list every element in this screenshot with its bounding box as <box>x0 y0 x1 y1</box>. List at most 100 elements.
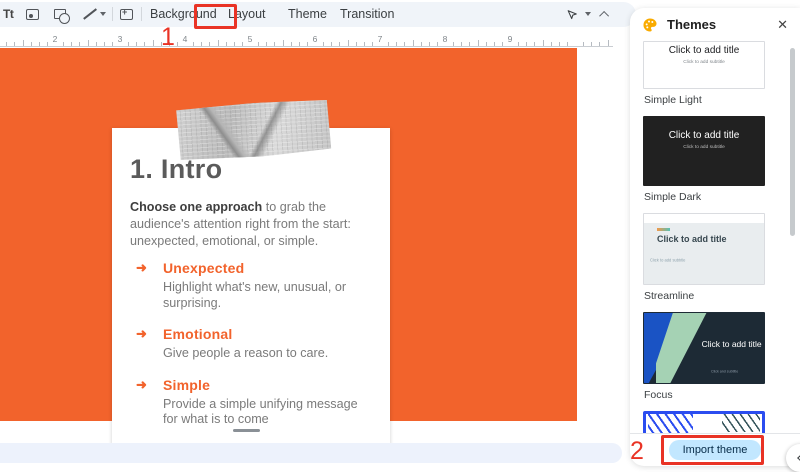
ruler-tick <box>306 42 308 46</box>
slide-intro-text[interactable]: Choose one approach to grab the audience… <box>130 199 372 250</box>
insert-image-icon[interactable] <box>26 5 39 23</box>
insert-shape-icon[interactable] <box>54 5 70 24</box>
ruler-tick <box>298 42 300 46</box>
slide-canvas[interactable]: 1. Intro Choose one approach to grab the… <box>0 48 577 446</box>
hatch-lines-left <box>648 414 693 433</box>
ruler-tick <box>501 42 503 46</box>
background-button[interactable]: Background <box>150 5 217 23</box>
accent-dash <box>657 228 670 231</box>
close-icon[interactable]: ✕ <box>777 18 788 31</box>
ruler-tick <box>290 42 292 46</box>
ruler-tick <box>436 42 438 46</box>
ruler-tick <box>79 42 81 46</box>
theme-item: Click to add title Click and subtitle Focu… <box>643 312 800 401</box>
slide-intro-bold: Choose one approach <box>130 200 263 214</box>
theme-thumbnail-simple-light[interactable]: Click to add title Click to add subtitle <box>643 41 765 89</box>
ruler-tick <box>599 42 601 46</box>
ruler-tick <box>217 40 219 46</box>
ruler-tick <box>87 40 89 46</box>
theme-item: Click to add title Click to add subtitle S… <box>643 41 800 106</box>
thumb-title: Click to add title <box>657 234 727 244</box>
import-theme-button[interactable]: Import theme <box>668 440 762 460</box>
text-box-icon[interactable]: Tt <box>3 5 14 23</box>
slide-title[interactable]: 1. Intro <box>130 154 222 185</box>
ruler-tick <box>111 42 113 46</box>
bullet-item: ➜ Simple Provide a simple unifying messa… <box>136 377 368 428</box>
transition-button[interactable]: Transition <box>340 5 394 23</box>
ruler-number: 7 <box>377 34 383 44</box>
layout-button[interactable]: Layout <box>228 5 266 23</box>
bullet-body: Highlight what's new, unusual, or surpri… <box>163 280 347 310</box>
ruler-tick <box>46 42 48 46</box>
ruler-number: 6 <box>312 34 318 44</box>
theme-label: Simple Light <box>644 94 702 106</box>
pointer-dropdown-caret-icon[interactable] <box>585 5 591 23</box>
themes-panel: Themes ✕ Click to add title Click to add … <box>630 8 800 466</box>
thumb-title: Click to add title <box>668 45 740 56</box>
theme-thumbnail-focus[interactable]: Click to add title Click and subtitle <box>643 312 765 384</box>
arrow-bullet-icon: ➜ <box>136 260 147 275</box>
ruler-tick <box>38 42 40 46</box>
ruler-tick <box>550 42 552 46</box>
arrow-bullet-icon: ➜ <box>136 326 147 341</box>
toolbar: Tt Background Layout Theme Transition <box>0 0 640 28</box>
ruler-tick <box>461 42 463 46</box>
ruler-number: 9 <box>507 34 513 44</box>
ruler-tick <box>347 40 349 46</box>
thumb-subtitle: Click to add subtitle <box>683 59 725 65</box>
themes-panel-header: Themes ✕ <box>630 8 800 41</box>
theme-thumbnail-streamline[interactable]: Click to add title Click to add subtitle <box>643 213 765 285</box>
pointer-icon[interactable] <box>566 5 579 23</box>
ruler-tick <box>331 42 333 46</box>
ruler-tick <box>160 42 162 46</box>
ruler-tick <box>144 42 146 46</box>
ruler-number: 3 <box>117 34 123 44</box>
theme-item: Click to add title Click to add subtitle S… <box>643 116 800 203</box>
toolbar-divider <box>141 7 142 21</box>
toolbar-divider <box>112 7 113 21</box>
ruler-tick <box>6 42 8 46</box>
line-dropdown-caret-icon[interactable] <box>100 5 106 23</box>
ruler-tick <box>282 40 284 46</box>
ruler-tick <box>22 40 24 46</box>
ruler-tick <box>241 42 243 46</box>
collapse-toolbar-icon[interactable] <box>599 5 610 23</box>
ruler-tick <box>493 42 495 46</box>
ruler-tick <box>558 42 560 46</box>
ruler-tick <box>30 42 32 46</box>
ruler-tick <box>136 42 138 46</box>
ruler-tick <box>233 42 235 46</box>
bullet-body: Provide a simple unifying message for wh… <box>163 396 358 427</box>
ruler-tick <box>591 42 593 46</box>
theme-thumbnail-simple-dark[interactable]: Click to add title Click to add subtitle <box>643 116 765 186</box>
ruler-tick <box>428 42 430 46</box>
ruler-tick <box>274 42 276 46</box>
palette-icon <box>643 17 657 32</box>
ruler-tick <box>404 42 406 46</box>
bullet-heading: Simple <box>163 376 211 393</box>
panel-scrollbar[interactable] <box>790 48 795 236</box>
bullet-heading: Unexpected <box>163 260 245 276</box>
insert-line-icon[interactable] <box>82 5 95 23</box>
ruler-tick <box>71 42 73 46</box>
ruler-number: 4 <box>182 34 188 44</box>
bullet-list[interactable]: ➜ Unexpected Highlight what's new, unusu… <box>136 260 368 443</box>
ruler-tick <box>566 42 568 46</box>
thumb-subtitle: Click to add subtitle <box>683 144 725 150</box>
ruler-tick <box>258 42 260 46</box>
ruler-tick <box>485 42 487 46</box>
speaker-notes-bar[interactable] <box>0 443 622 463</box>
theme-thumbnail-shift[interactable] <box>643 411 765 433</box>
ruler-tick <box>396 42 398 46</box>
notes-resize-handle[interactable] <box>233 429 260 432</box>
theme-button[interactable]: Theme <box>288 5 327 23</box>
ruler-tick <box>412 40 414 46</box>
ruler-tick <box>103 42 105 46</box>
bullet-item: ➜ Emotional Give people a reason to care… <box>136 326 368 362</box>
ruler-tick <box>95 42 97 46</box>
thumb-title: Click to add title <box>668 130 740 141</box>
bullet-body: Give people a reason to care. <box>163 346 329 360</box>
insert-placeholder-icon[interactable] <box>120 5 133 23</box>
ruler-tick <box>420 42 422 46</box>
ruler-tick <box>355 42 357 46</box>
